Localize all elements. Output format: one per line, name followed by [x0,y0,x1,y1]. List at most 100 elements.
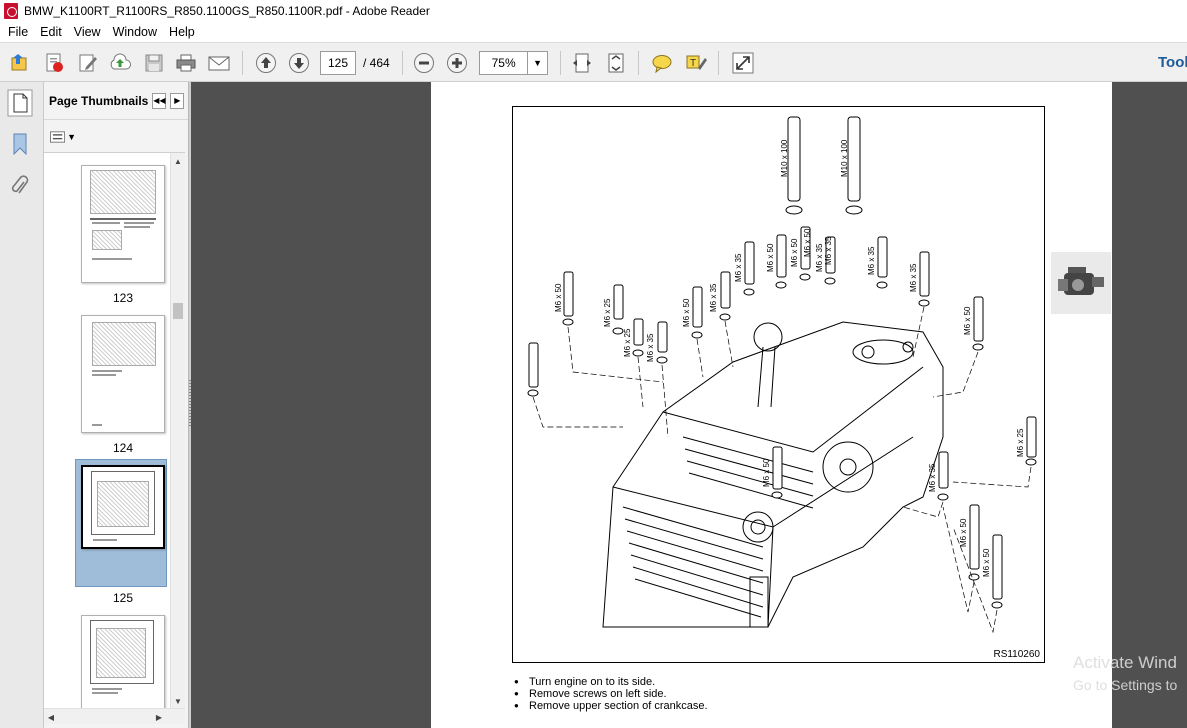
printer-icon [176,54,196,72]
window-title: BMW_K1100RT_R1100RS_R850.1100GS_R850.110… [24,4,430,18]
watermark-line-2: Go to Settings to [1073,677,1178,693]
zoom-select[interactable]: 75% ▼ [479,51,548,75]
engine-side-image [1051,252,1111,314]
screw-label: M6 x 50 [762,458,771,487]
collapse-left-icon[interactable]: ◀◀ [152,92,167,109]
screw-label: M6 x 35 [734,253,743,282]
envelope-icon [208,56,230,71]
navigation-pane-strip [0,82,44,728]
scroll-right-icon[interactable]: ▶ [152,709,166,724]
svg-text:T: T [690,58,696,69]
thumbnail-page-label: 123 [112,291,134,305]
thumbnail-page-label: 124 [112,441,134,455]
page-number-input[interactable]: 125 [320,51,356,75]
menu-view[interactable]: View [68,25,107,39]
instruction-item: Remove screws on left side. [514,688,708,700]
email-button[interactable] [207,51,231,75]
screw-label: M6 x 50 [766,243,775,272]
save-icon [145,54,163,72]
fit-page-button[interactable] [570,51,594,75]
previous-page-button[interactable] [254,51,278,75]
screw-label: M6 x 35 [867,246,876,275]
options-list-icon [50,131,66,143]
screw-label: M6 x 25 [1016,428,1025,457]
screw-label: M6 x 50 [963,306,972,335]
save-button[interactable] [142,51,166,75]
thumbnails-list[interactable]: 123 124 125 ▲ ▼ ◀ ▶ [44,152,185,724]
chevron-down-icon[interactable]: ▼ [527,52,547,74]
next-page-button[interactable] [287,51,311,75]
create-pdf-button[interactable] [42,51,66,75]
screw-label: M6 x 35 [928,463,937,492]
screw-label: M6 x 50 [803,228,812,257]
menu-file[interactable]: File [2,25,34,39]
pdf-app-icon [4,3,18,19]
screw-label: M6 x 25 [603,298,612,327]
arrow-down-circle-icon [289,53,309,73]
menu-window[interactable]: Window [107,25,163,39]
page-total: / 464 [363,56,390,70]
thumbnail-page[interactable] [81,165,165,283]
screw-label: M10 x 100 [780,139,789,177]
screw-label: M6 x 50 [790,238,799,267]
comment-button[interactable] [650,51,674,75]
toolbar: 125 / 464 75% ▼ T Tool [0,42,1187,82]
scroll-up-icon[interactable]: ▲ [171,153,185,169]
menu-bar: File Edit View Window Help [0,22,1187,42]
screw-label: M6 x 35 [815,243,824,272]
upload-cloud-button[interactable] [108,51,132,75]
screw-label: M6 x 50 [682,298,691,327]
watermark-line-1: Activate Wind [1073,653,1177,672]
screw-label: M6 x 25 [623,328,632,357]
scroll-left-icon[interactable]: ◀ [44,709,58,724]
screw-label: M6 x 50 [554,283,563,312]
thumbnails-horizontal-scrollbar[interactable]: ◀ ▶ [44,708,185,724]
screw-label: M6 x 35 [909,263,918,292]
chevron-down-icon: ▼ [67,132,76,142]
speech-bubble-icon [652,55,672,74]
document-viewport[interactable]: M10 x 100 M10 x 100 M6 x 50 M6 x 25 M6 x… [191,82,1187,728]
thumbnails-panel: Page Thumbnails ◀◀ ▶ ▼ 123 124 125 ▲ ▼ ◀… [44,82,189,728]
menu-help[interactable]: Help [163,25,201,39]
fit-width-icon [573,53,591,73]
instruction-item: Turn engine on to its side. [514,676,708,688]
zoom-out-button[interactable] [412,51,436,75]
print-button[interactable] [174,51,198,75]
screw-label: M6 x 35 [824,236,833,265]
title-bar: BMW_K1100RT_R1100RS_R850.1100GS_R850.110… [0,0,1187,22]
highlighter-icon: T [686,55,707,70]
open-file-button[interactable] [8,51,32,75]
thumbnail-page-current[interactable] [81,465,165,549]
screw-label: M6 x 50 [959,518,968,547]
zoom-in-button[interactable] [445,51,469,75]
activation-watermark: Activate Wind Go to Settings to [1073,652,1177,696]
instruction-list: Turn engine on to its side. Remove screw… [514,676,708,712]
figure-code: RS110260 [993,649,1040,660]
thumbnail-options-button[interactable]: ▼ [50,130,76,144]
thumbnail-page[interactable] [81,315,165,433]
bookmark-icon[interactable] [8,130,32,158]
paperclip-icon[interactable] [8,172,32,200]
highlight-button[interactable]: T [684,51,708,75]
engine-photo-icon [1058,267,1104,295]
scrollbar-thumb[interactable] [173,303,183,319]
create-pdf-icon [46,53,63,72]
scroll-down-icon[interactable]: ▼ [171,693,185,709]
expand-button[interactable] [731,51,755,75]
collapse-right-icon[interactable]: ▶ [170,92,185,109]
edit-pdf-button[interactable] [76,51,100,75]
plus-circle-icon [447,53,467,73]
menu-edit[interactable]: Edit [34,25,68,39]
figure-frame: M10 x 100 M10 x 100 M6 x 50 M6 x 25 M6 x… [512,106,1045,663]
arrow-up-circle-icon [256,53,276,73]
page-thumbnails-icon[interactable] [6,88,34,118]
crankcase-exploded-diagram: M10 x 100 M10 x 100 M6 x 50 M6 x 25 M6 x… [527,116,1037,634]
screw-label: M6 x 35 [646,333,655,362]
thumbnails-header: Page Thumbnails ◀◀ ▶ [44,82,188,120]
tools-pane-button[interactable]: Tool [1158,54,1187,71]
expand-icon [732,52,754,74]
cloud-upload-icon [110,53,131,70]
full-page-button[interactable] [604,51,628,75]
thumbnails-vertical-scrollbar[interactable]: ▲ ▼ [170,153,185,709]
screw-label: M6 x 35 [709,283,718,312]
